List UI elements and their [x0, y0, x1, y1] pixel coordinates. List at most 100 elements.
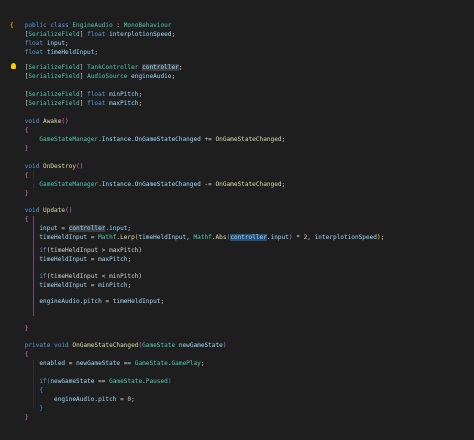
variable-ref-highlighted: controller — [230, 234, 267, 241]
editor-gutter — [0, 0, 8, 440]
field-name: minPitch — [109, 91, 139, 98]
code-line-clamp-max[interactable]: timeHeldInput = maxPitch; — [10, 255, 131, 264]
variable-ref: timeHeldInput — [39, 234, 88, 241]
semicolon: ; — [138, 91, 143, 98]
code-line-field-max-pitch[interactable]: [SerializeField] float maxPitch; — [10, 99, 142, 108]
code-line-brace[interactable]: { — [10, 386, 43, 395]
code-line-if-min[interactable]: if(timeHeldInput < minPitch) — [10, 272, 142, 281]
code-line-if-paused[interactable]: if(newGameState == GameState.Paused) — [10, 377, 171, 386]
field-name: engineAudio — [131, 73, 172, 80]
semicolon: ; — [380, 234, 385, 241]
code-line-brace[interactable]: { — [10, 350, 29, 359]
variable-ref: timeHeldInput — [112, 298, 161, 305]
brace-open: { — [24, 351, 29, 358]
code-line-handler-signature[interactable]: private void OnGameStateChanged(GameStat… — [10, 341, 227, 350]
code-line-brace[interactable]: } — [10, 189, 29, 198]
code-line-field-interplotion-speed[interactable]: [SerializeField] float interplotionSpeed… — [10, 30, 175, 39]
enum-value: GamePlay — [171, 360, 201, 367]
code-line-awake-subscribe[interactable]: GameStateManager.Instance.OnGameStateCha… — [10, 135, 285, 144]
variable-ref-highlighted: controller — [68, 225, 106, 232]
attribute-serializefield: SerializeField — [28, 73, 80, 80]
keyword-if: if — [39, 247, 47, 254]
brace-close: } — [39, 405, 44, 412]
code-line-brace[interactable]: } — [10, 144, 29, 153]
semicolon: ; — [200, 360, 205, 367]
operator: == — [94, 378, 110, 385]
code-line-brace[interactable]: { — [10, 215, 29, 224]
paren: ) — [167, 378, 172, 385]
paren: ) — [222, 342, 227, 349]
class-ref: Mathf — [193, 234, 212, 241]
operator: -= — [200, 181, 216, 188]
code-line-brace[interactable]: } — [10, 404, 43, 413]
brace-open: { — [10, 22, 14, 29]
parens: () — [61, 118, 69, 125]
semicolon: ; — [171, 73, 176, 80]
code-line-if-max[interactable]: if(timeHeldInput > maxPitch) — [10, 246, 142, 255]
type-float: float — [24, 40, 44, 47]
variable-ref: engineAudio — [54, 396, 95, 403]
function-ref: Abs — [215, 234, 227, 241]
property-ref: input — [270, 234, 289, 241]
code-line-awake-signature[interactable]: void Awake() — [10, 117, 69, 126]
brace-close: } — [24, 190, 29, 197]
indent-guide-method-awake — [33, 171, 34, 180]
class-ref: Mathf — [98, 234, 117, 241]
code-line-field-engine-audio[interactable]: [SerializeField] AudioSource engineAudio… — [10, 72, 175, 81]
operator: += — [200, 136, 216, 143]
code-line-clamp-min[interactable]: timeHeldInput = minPitch; — [10, 281, 131, 290]
variable-ref: timeHeldInput — [138, 234, 187, 241]
property-ref: input — [109, 225, 128, 232]
comma: , — [186, 234, 194, 241]
code-line-ondestroy-signature[interactable]: void OnDestroy() — [10, 162, 84, 171]
brace-open: { — [24, 216, 29, 223]
field-name: interplotionSpeed — [109, 31, 172, 38]
variable-ref: input — [39, 225, 58, 232]
code-line-pitch-zero[interactable]: engineAudio.pitch = 0; — [10, 395, 135, 404]
base-class: MonoBehaviour — [123, 22, 172, 29]
code-line-brace[interactable]: } — [10, 324, 29, 333]
code-line-ondestroy-unsubscribe[interactable]: GameStateManager.Instance.OnGameStateCha… — [10, 180, 285, 189]
code-editor[interactable]: public class EngineAudio : MonoBehaviour… — [0, 0, 474, 440]
field-name-highlighted: controller — [142, 64, 179, 71]
variable-ref: minPitch — [98, 282, 128, 289]
brace-close: } — [24, 325, 29, 332]
handler-ref: OnGameStateChanged — [215, 181, 282, 188]
condition: (timeHeldInput > maxPitch) — [46, 247, 143, 254]
operator: = — [57, 225, 69, 232]
type-audiosource: AudioSource — [87, 73, 128, 80]
code-line-update-input[interactable]: input = controller.input; — [10, 224, 131, 233]
variable-ref: enabled — [39, 360, 66, 367]
code-line-field-controller[interactable]: [SerializeField] TankController controll… — [10, 63, 182, 72]
semicolon: ; — [281, 181, 286, 188]
code-line-brace[interactable]: { — [10, 171, 29, 180]
param-type: GameState — [142, 342, 176, 349]
code-line-enabled[interactable]: enabled = newGameState == GameState.Game… — [10, 359, 205, 368]
code-line-class-declaration[interactable]: public class EngineAudio : MonoBehaviour — [10, 12, 172, 29]
code-line-brace[interactable]: { — [10, 126, 29, 135]
semicolon: ; — [171, 31, 176, 38]
property-ref: Instance — [101, 181, 132, 188]
variable-ref: newGameState — [76, 360, 121, 367]
keyword-void: void — [24, 163, 40, 170]
semicolon: ; — [281, 136, 286, 143]
variable-ref: newGameState — [50, 378, 95, 385]
code-line-class-open-brace[interactable]: { — [10, 21, 14, 30]
code-line-field-input[interactable]: float input; — [10, 39, 69, 48]
code-line-brace[interactable]: } — [10, 413, 29, 422]
code-line-update-lerp[interactable]: timeHeldInput = Mathf.Lerp(timeHeldInput… — [10, 233, 384, 242]
property-ref: pitch — [83, 298, 102, 305]
param-name: newGameState — [178, 342, 223, 349]
field-name: timeHeldInput — [46, 49, 95, 56]
code-line-set-pitch[interactable]: engineAudio.pitch = timeHeldInput; — [10, 297, 164, 306]
method-name: Update — [43, 207, 66, 214]
event-ref: OnGameStateChanged — [134, 136, 201, 143]
condition: (timeHeldInput < minPitch) — [46, 273, 143, 280]
attribute-serializefield: SerializeField — [28, 64, 80, 71]
code-line-update-signature[interactable]: void Update() — [10, 206, 73, 215]
class-ref: GameStateManager — [39, 181, 99, 188]
operator: = — [87, 282, 99, 289]
code-line-field-min-pitch[interactable]: [SerializeField] float minPitch; — [10, 90, 142, 99]
field-name: maxPitch — [109, 100, 139, 107]
code-line-field-time-held-input[interactable]: float timeHeldInput; — [10, 48, 98, 57]
